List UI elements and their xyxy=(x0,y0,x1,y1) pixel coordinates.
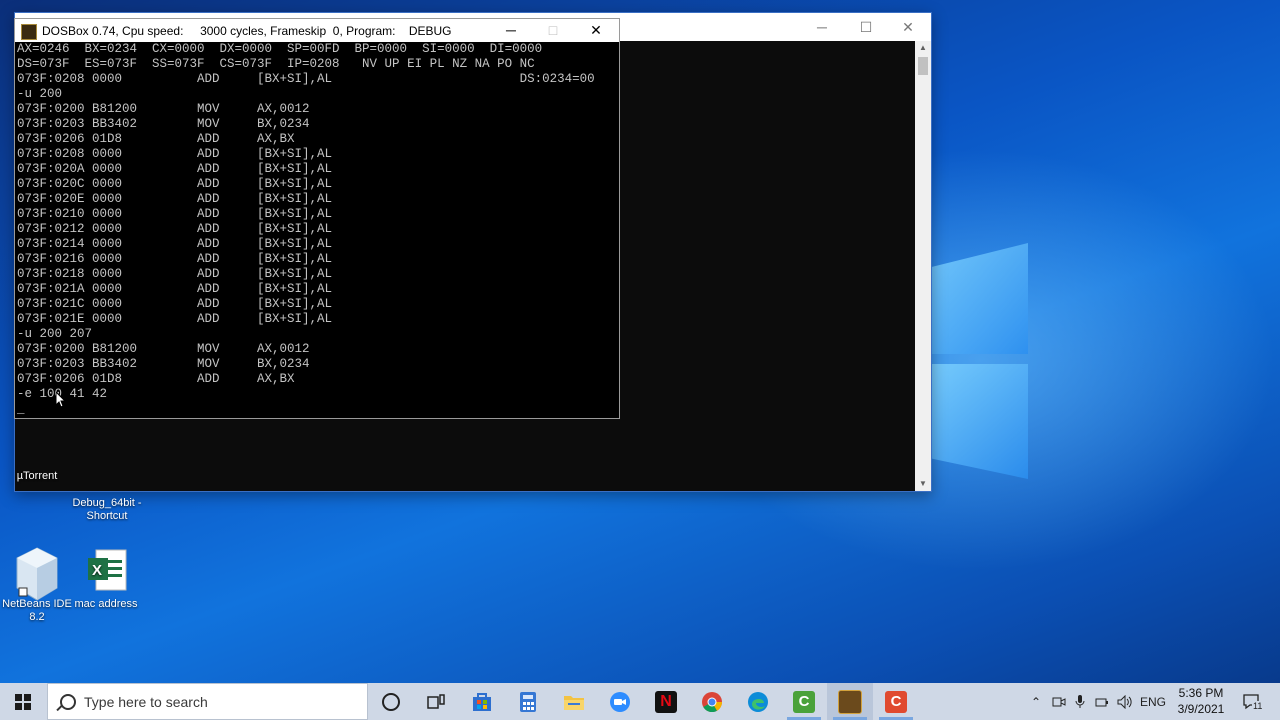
search-icon xyxy=(60,694,76,710)
terminal-line: 073F:020A 0000 ADD [BX+SI],AL xyxy=(17,162,333,176)
dosbox-app-icon xyxy=(21,24,37,40)
excel-file-icon: X xyxy=(82,546,130,594)
task-view-button[interactable] xyxy=(413,683,459,720)
desktop: ─ ☐ ✕ ▲ ▼ µTorrent Debug_64bit - Shortcu… xyxy=(0,0,1280,683)
scroll-down-icon[interactable]: ▼ xyxy=(915,477,931,491)
calculator-icon xyxy=(520,691,536,712)
terminal-line: -u 200 207 xyxy=(17,327,93,341)
clock-date: 3/9/2021 xyxy=(1177,702,1225,716)
terminal-line: -e 100 41 42 xyxy=(17,387,108,401)
terminal-line: 073F:021A 0000 ADD [BX+SI],AL xyxy=(17,282,333,296)
search-placeholder: Type here to search xyxy=(84,694,208,710)
taskbar-calculator[interactable] xyxy=(505,683,551,720)
minimize-button[interactable]: ─ xyxy=(489,19,533,42)
terminal-line: 073F:020C 0000 ADD [BX+SI],AL xyxy=(17,177,333,191)
maximize-button[interactable]: □ xyxy=(531,19,575,42)
cortana-icon xyxy=(382,692,400,711)
desktop-icon-label: mac address xyxy=(74,598,138,610)
taskbar-clock[interactable]: 5:36 PM 3/9/2021 xyxy=(1168,685,1234,717)
terminal-line: 073F:021E 0000 ADD [BX+SI],AL xyxy=(17,312,333,326)
terminal-line: 073F:020E 0000 ADD [BX+SI],AL xyxy=(17,192,333,206)
terminal-line: 073F:0203 BB3402 MOV BX,0234 xyxy=(17,117,310,131)
start-button[interactable] xyxy=(0,683,46,720)
notification-count: 11 xyxy=(1252,701,1264,711)
tray-overflow-icon[interactable]: ⌃ xyxy=(1027,683,1045,720)
desktop-icon-mac-address[interactable]: X mac address xyxy=(69,546,143,611)
volume-icon[interactable] xyxy=(1115,683,1135,720)
clock-time: 5:36 PM xyxy=(1178,686,1224,700)
terminal-output: AX=0246 BX=0234 CX=0000 DX=0000 SP=00FD … xyxy=(15,42,619,417)
close-icon[interactable]: ✕ xyxy=(893,17,923,37)
netbeans-icon xyxy=(13,546,61,601)
notifications-button[interactable]: 11 xyxy=(1238,683,1266,720)
desktop-icon-utorrent[interactable]: µTorrent xyxy=(0,470,74,483)
language-indicator[interactable]: ENG xyxy=(1138,683,1168,720)
zoom-icon xyxy=(610,691,630,712)
terminal-line: 073F:0216 0000 ADD [BX+SI],AL xyxy=(17,252,333,266)
taskbar-store[interactable] xyxy=(459,683,505,720)
recorder-icon: C xyxy=(885,690,907,713)
close-button[interactable]: ✕ xyxy=(574,19,618,42)
dos-terminal[interactable]: AX=0246 BX=0234 CX=0000 DX=0000 SP=00FD … xyxy=(15,42,619,418)
folder-icon xyxy=(564,695,584,710)
camtasia-icon: C xyxy=(793,690,815,713)
meet-now-icon[interactable] xyxy=(1049,683,1069,720)
desktop-icon-label: µTorrent xyxy=(16,470,58,482)
terminal-line: 073F:0218 0000 ADD [BX+SI],AL xyxy=(17,267,333,281)
windows-start-icon xyxy=(15,693,31,710)
terminal-line: 073F:021C 0000 ADD [BX+SI],AL xyxy=(17,297,333,311)
terminal-line: DS=073F ES=073F SS=073F CS=073F IP=0208 … xyxy=(17,57,535,71)
terminal-line: -u 200 xyxy=(17,87,63,101)
microphone-icon[interactable] xyxy=(1071,683,1089,720)
dosbox-icon xyxy=(838,689,862,714)
minimize-icon[interactable]: ─ xyxy=(807,17,837,37)
maximize-icon[interactable]: ☐ xyxy=(851,17,881,37)
desktop-icon-debug-shortcut[interactable]: Debug_64bit - Shortcut xyxy=(70,497,144,523)
taskbar-search-box[interactable]: Type here to search xyxy=(47,683,368,720)
terminal-line: 073F:0206 01D8 ADD AX,BX xyxy=(17,372,295,386)
terminal-line: 073F:0208 0000 ADD [BX+SI],AL xyxy=(17,147,333,161)
taskbar-dosbox[interactable] xyxy=(827,683,873,720)
terminal-line: 073F:0208 0000 ADD [BX+SI],AL DS:0234=00 xyxy=(17,72,595,86)
scroll-up-icon[interactable]: ▲ xyxy=(915,41,931,55)
terminal-line: 073F:0203 BB3402 MOV BX,0234 xyxy=(17,357,310,371)
dosbox-titlebar[interactable]: DOSBox 0.74, Cpu speed: 3000 cycles, Fra… xyxy=(15,19,619,42)
desktop-icon-netbeans[interactable]: NetBeans IDE 8.2 xyxy=(0,546,74,624)
terminal-line: 073F:0212 0000 ADD [BX+SI],AL xyxy=(17,222,333,236)
taskbar-file-explorer[interactable] xyxy=(551,683,597,720)
taskbar-chrome[interactable] xyxy=(689,683,735,720)
desktop-icon-label: NetBeans IDE 8.2 xyxy=(2,598,72,623)
taskbar: Type here to search N C C ⌃ ENG 5:36 PM … xyxy=(0,683,1280,720)
chrome-icon xyxy=(702,691,723,712)
store-icon xyxy=(473,692,491,711)
dosbox-title: DOSBox 0.74, Cpu speed: 3000 cycles, Fra… xyxy=(42,24,452,38)
dosbox-window[interactable]: DOSBox 0.74, Cpu speed: 3000 cycles, Fra… xyxy=(14,18,620,419)
taskbar-camtasia[interactable]: C xyxy=(781,683,827,720)
terminal-line: 073F:0214 0000 ADD [BX+SI],AL xyxy=(17,237,333,251)
desktop-icon-label: Debug_64bit - Shortcut xyxy=(72,497,142,522)
terminal-line: 073F:0206 01D8 ADD AX,BX xyxy=(17,132,295,146)
terminal-line: 073F:0210 0000 ADD [BX+SI],AL xyxy=(17,207,333,221)
netflix-icon: N xyxy=(655,690,677,713)
windows-logo xyxy=(930,243,1028,479)
taskbar-camtasia-recorder[interactable]: C xyxy=(873,683,919,720)
taskbar-zoom[interactable] xyxy=(597,683,643,720)
taskbar-netflix[interactable]: N xyxy=(643,683,689,720)
cortana-button[interactable] xyxy=(368,683,414,720)
edge-icon xyxy=(748,691,768,712)
terminal-line: 073F:0200 B81200 MOV AX,0012 xyxy=(17,102,310,116)
network-icon[interactable] xyxy=(1093,683,1113,720)
scroll-thumb[interactable] xyxy=(918,57,928,75)
terminal-line: AX=0246 BX=0234 CX=0000 DX=0000 SP=00FD … xyxy=(17,42,543,56)
task-view-icon xyxy=(427,693,445,709)
terminal-line: _ xyxy=(17,402,25,416)
vertical-scrollbar[interactable]: ▲ ▼ xyxy=(915,41,931,491)
terminal-line: 073F:0200 B81200 MOV AX,0012 xyxy=(17,342,310,356)
taskbar-edge[interactable] xyxy=(735,683,781,720)
svg-text:X: X xyxy=(92,562,102,579)
